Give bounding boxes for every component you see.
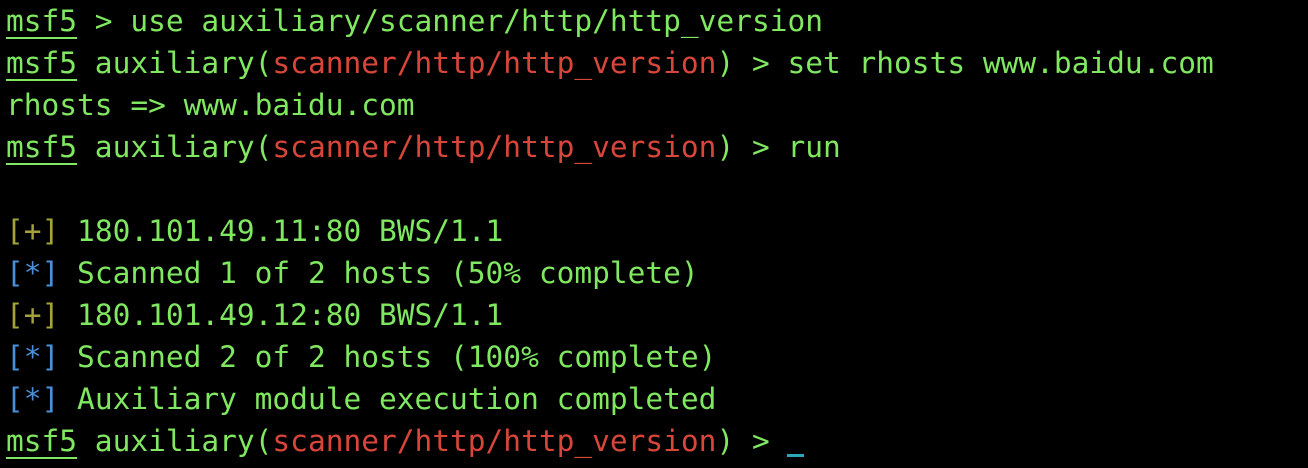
terminal-text: 180.101.49.12:80 BWS/1.1 [59, 298, 504, 332]
prompt-label: msf5 [6, 46, 78, 80]
terminal-text: auxiliary( [77, 46, 273, 80]
terminal-line: [*] Scanned 2 of 2 hosts (100% complete) [6, 336, 1308, 378]
cursor [787, 454, 805, 457]
terminal-line: [*] Scanned 1 of 2 hosts (50% complete) [6, 252, 1308, 294]
prompt-label: msf5 [6, 130, 78, 164]
terminal-line: msf5 auxiliary(scanner/http/http_version… [6, 42, 1308, 84]
module-name: scanner/http/http_version [272, 46, 717, 80]
terminal-text: Scanned 2 of 2 hosts (100% complete) [59, 340, 717, 374]
prompt-label: msf5 [6, 424, 78, 458]
terminal-line: [+] 180.101.49.11:80 BWS/1.1 [6, 210, 1308, 252]
terminal-line: msf5 auxiliary(scanner/http/http_version… [6, 126, 1308, 168]
terminal-line: rhosts => www.baidu.com [6, 84, 1308, 126]
terminal-text: auxiliary( [77, 130, 273, 164]
module-name: scanner/http/http_version [272, 424, 717, 458]
info-marker: [*] [6, 340, 60, 374]
success-marker: [+] [6, 214, 60, 248]
info-marker: [*] [6, 382, 60, 416]
success-marker: [+] [6, 298, 60, 332]
terminal-text: 180.101.49.11:80 BWS/1.1 [59, 214, 504, 248]
terminal-line: [*] Auxiliary module execution completed [6, 378, 1308, 420]
terminal-output[interactable]: msf5 > use auxiliary/scanner/http/http_v… [0, 0, 1308, 462]
terminal-text: > use auxiliary/scanner/http/http_versio… [77, 4, 823, 38]
terminal-line: msf5 auxiliary(scanner/http/http_version… [6, 420, 1308, 462]
module-name: scanner/http/http_version [272, 130, 717, 164]
info-marker: [*] [6, 256, 60, 290]
prompt-label: msf5 [6, 4, 78, 38]
terminal-text: ) > [716, 424, 788, 458]
terminal-text: ) > set rhosts www.baidu.com [716, 46, 1214, 80]
terminal-text: auxiliary( [77, 424, 273, 458]
terminal-text: rhosts => www.baidu.com [6, 88, 415, 122]
terminal-text: ) > run [716, 130, 841, 164]
terminal-text: Scanned 1 of 2 hosts (50% complete) [59, 256, 699, 290]
terminal-text: Auxiliary module execution completed [59, 382, 717, 416]
terminal-line: msf5 > use auxiliary/scanner/http/http_v… [6, 0, 1308, 42]
terminal-line: [+] 180.101.49.12:80 BWS/1.1 [6, 294, 1308, 336]
